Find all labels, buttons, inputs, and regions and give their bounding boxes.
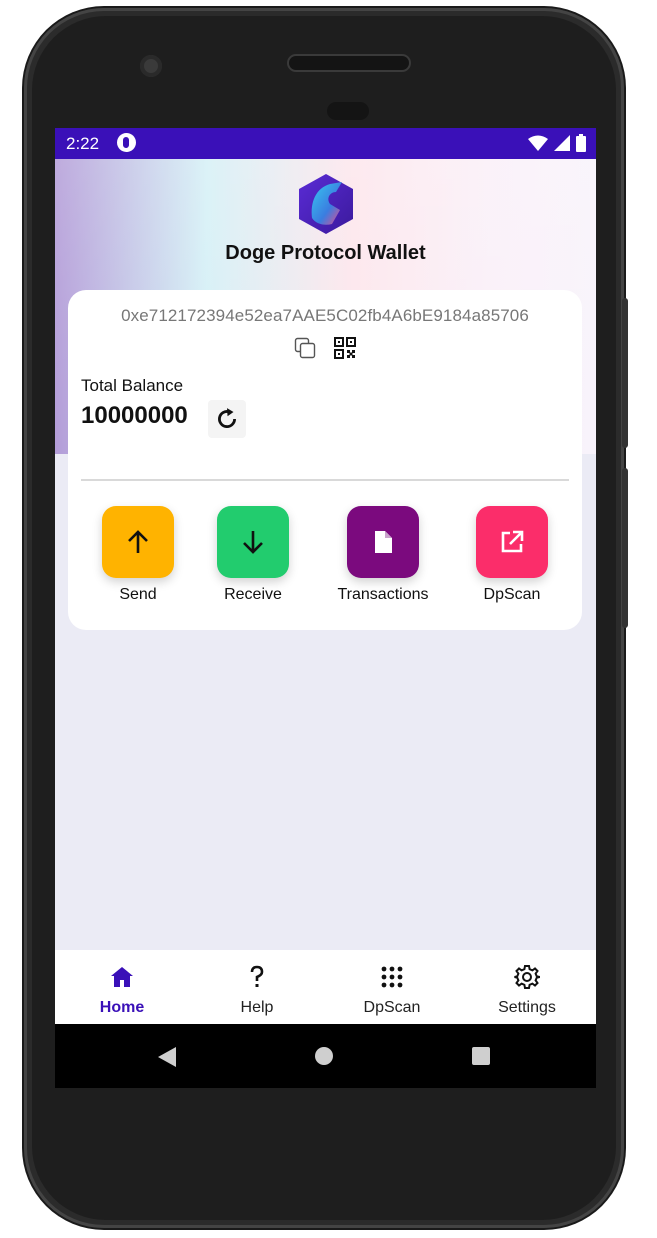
nav-home-label: Home: [99, 999, 145, 1016]
nav-home[interactable]: Home: [62, 964, 182, 1017]
app-screen: 2:22 Doge Protocol Wallet 0xe712172394e5…: [55, 128, 596, 1088]
nav-dpscan-label: DpScan: [363, 999, 421, 1016]
arrow-down-icon: [243, 531, 263, 554]
receive-label: Receive: [224, 586, 282, 603]
account-card: 0xe712172394e52ea7AAE5C02fb4A6bE9184a857…: [68, 290, 582, 630]
receive-button[interactable]: Receive: [198, 506, 308, 604]
question-icon: [250, 965, 264, 987]
wallet-address[interactable]: 0xe712172394e52ea7AAE5C02fb4A6bE9184a857…: [68, 306, 582, 326]
status-time: 2:22: [66, 134, 100, 153]
power-button: [622, 298, 628, 448]
battery-icon: [576, 134, 586, 152]
send-button[interactable]: Send: [83, 506, 193, 604]
send-label: Send: [119, 586, 157, 603]
status-bar: 2:22: [55, 128, 596, 159]
recents-icon[interactable]: [471, 1046, 491, 1066]
send-tile[interactable]: [102, 506, 174, 578]
bottom-navigation: Home Help DpScan Settings: [55, 950, 596, 1024]
dpscan-tile[interactable]: [476, 506, 548, 578]
nav-help-label: Help: [240, 999, 274, 1016]
divider: [81, 479, 569, 481]
doge-protocol-logo: [299, 174, 353, 234]
receive-tile[interactable]: [217, 506, 289, 578]
arrow-up-icon: [128, 530, 148, 553]
volume-button: [622, 468, 628, 628]
nav-settings-label: Settings: [498, 999, 556, 1016]
back-icon[interactable]: [156, 1046, 178, 1068]
dpscan-button[interactable]: DpScan: [457, 506, 567, 604]
wifi-icon: [528, 135, 548, 151]
dpscan-label: DpScan: [483, 586, 541, 603]
cell-signal-icon: [554, 135, 570, 151]
document-icon: [375, 531, 392, 553]
balance-value: 10000000: [81, 402, 188, 429]
earpiece-speaker: [289, 56, 409, 70]
transactions-label: Transactions: [337, 586, 429, 603]
grid-dots-icon: [381, 966, 403, 988]
home-circle-icon[interactable]: [314, 1046, 334, 1066]
transactions-button[interactable]: Transactions: [328, 506, 438, 604]
copy-icon[interactable]: [294, 337, 316, 359]
balance-label: Total Balance: [81, 376, 184, 395]
nav-settings[interactable]: Settings: [467, 964, 587, 1017]
open-external-icon: [501, 530, 524, 553]
system-navigation-bar: [55, 1024, 596, 1088]
nav-dpscan[interactable]: DpScan: [332, 964, 452, 1017]
proximity-sensor: [327, 102, 369, 120]
app-notification-icon: [117, 133, 136, 152]
transactions-tile[interactable]: [347, 506, 419, 578]
home-icon: [111, 967, 133, 987]
nav-help[interactable]: Help: [197, 964, 317, 1017]
refresh-icon: [218, 408, 236, 428]
refresh-balance-button[interactable]: [208, 400, 246, 438]
gear-icon: [514, 965, 541, 989]
status-icons: [528, 134, 586, 152]
wallet-title: Doge Protocol Wallet: [225, 242, 426, 264]
front-camera: [140, 55, 162, 77]
qr-code-icon[interactable]: [334, 337, 356, 359]
